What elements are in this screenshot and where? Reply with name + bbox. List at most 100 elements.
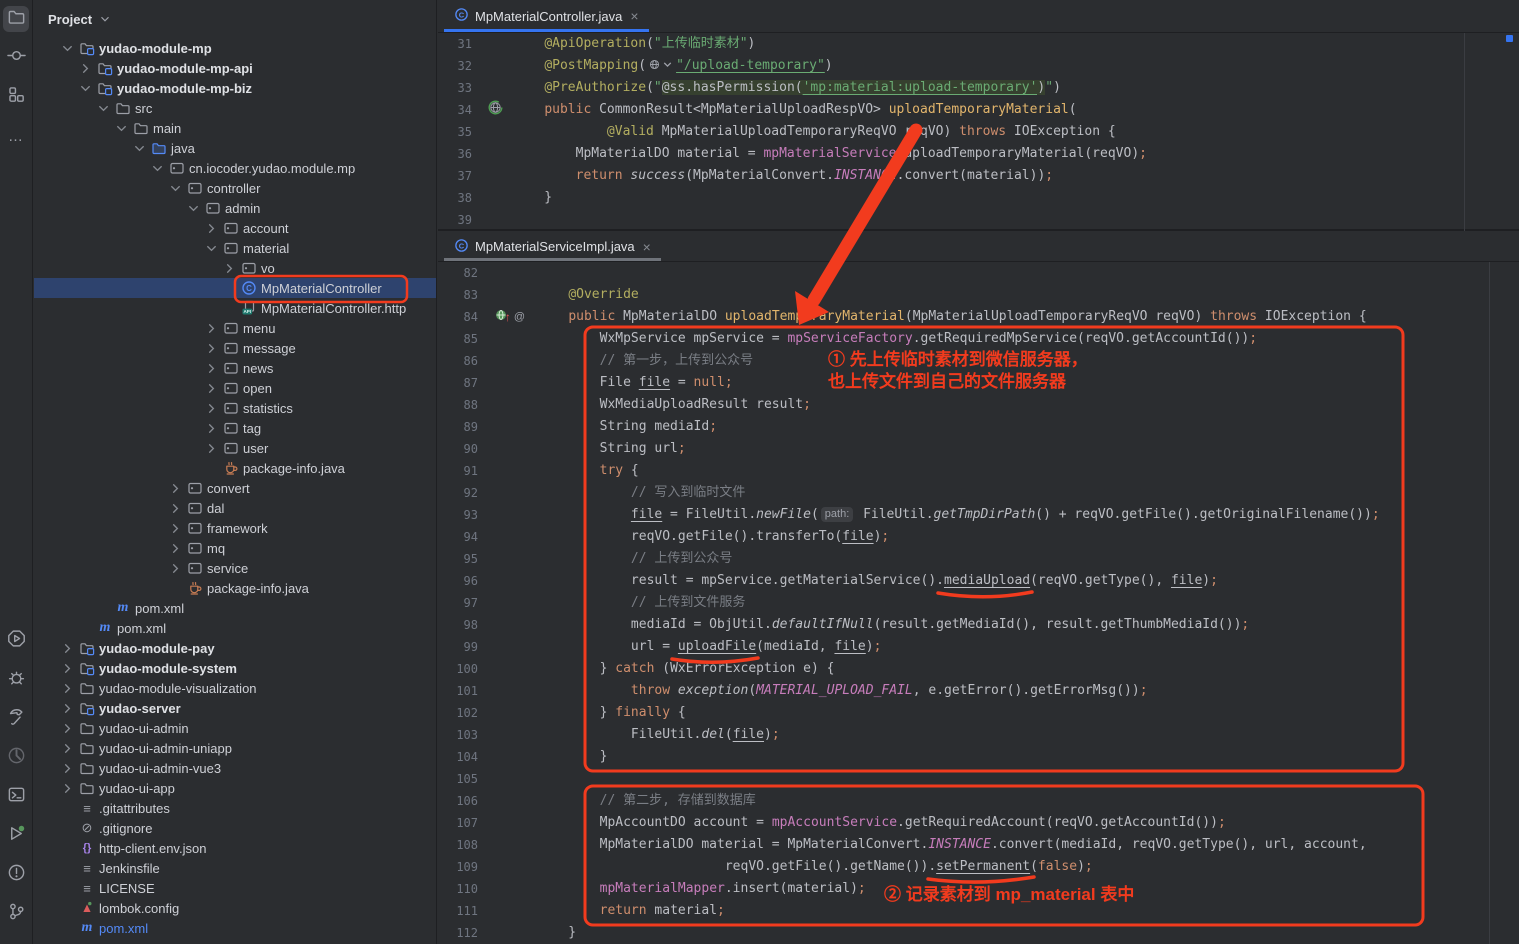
tree-item[interactable]: yudao-server [34, 698, 436, 718]
tree-item[interactable]: yudao-ui-admin-uniapp [34, 738, 436, 758]
chevron-right-icon[interactable] [168, 560, 183, 576]
overrides-gutter-icon[interactable]: ↑ [505, 310, 511, 324]
line-number[interactable]: 32 [458, 55, 472, 77]
tree-item[interactable]: yudao-ui-admin [34, 718, 436, 738]
code-line[interactable] [535, 262, 1519, 284]
tree-item[interactable]: mpom.xml [34, 598, 436, 618]
chevron-right-icon[interactable] [60, 680, 75, 696]
structure-tool-button[interactable] [3, 84, 29, 110]
tree-item[interactable]: package-info.java [34, 578, 436, 598]
code-line[interactable]: FileUtil.del(file); [535, 724, 1519, 746]
code-line[interactable]: // 写入到临时文件 [535, 482, 1519, 504]
line-number[interactable]: 106 [456, 790, 478, 812]
tree-item[interactable]: src [34, 98, 436, 118]
tree-item[interactable]: statistics [34, 398, 436, 418]
tree-item[interactable]: tag [34, 418, 436, 438]
chevron-down-icon[interactable] [168, 180, 183, 196]
line-number[interactable]: 89 [464, 416, 478, 438]
code-line[interactable]: } catch (WxErrorException e) { [535, 658, 1519, 680]
chevron-down-icon[interactable] [186, 200, 201, 216]
code-line[interactable]: MpMaterialDO material = mpMaterialServic… [511, 143, 1519, 165]
line-number[interactable]: 39 [458, 209, 472, 231]
code-line[interactable]: // 第二步, 存储到数据库 [535, 790, 1519, 812]
tree-item[interactable]: java [34, 138, 436, 158]
chevron-down-icon[interactable] [204, 240, 219, 256]
chevron-right-icon[interactable] [204, 220, 219, 236]
chevron-right-icon[interactable] [78, 60, 93, 76]
code-line[interactable]: throw exception(MATERIAL_UPLOAD_FAIL, e.… [535, 680, 1519, 702]
line-number[interactable]: 37 [458, 165, 472, 187]
code-line[interactable]: } [535, 922, 1519, 944]
chevron-right-icon[interactable] [204, 400, 219, 416]
line-number[interactable]: 111 [456, 900, 478, 922]
editor-tab[interactable]: C MpMaterialController.java × [444, 0, 649, 32]
line-number[interactable]: 38 [458, 187, 472, 209]
build-tool-button[interactable] [3, 706, 29, 732]
line-number[interactable]: 33 [458, 77, 472, 99]
code-line[interactable]: } [511, 187, 1519, 209]
tree-item[interactable]: service [34, 558, 436, 578]
tree-item[interactable]: admin [34, 198, 436, 218]
tree-item[interactable]: material [34, 238, 436, 258]
chevron-down-icon[interactable] [96, 100, 111, 116]
line-number[interactable]: 82 [464, 262, 478, 284]
chevron-down-icon[interactable] [60, 40, 75, 56]
more-tools-button[interactable]: … [3, 123, 29, 149]
tree-item[interactable]: mpom.xml [34, 918, 436, 938]
code-line[interactable]: WxMediaUploadResult result; [535, 394, 1519, 416]
chevron-right-icon[interactable] [204, 440, 219, 456]
chevron-down-icon[interactable] [150, 160, 165, 176]
line-number[interactable]: 83 [464, 284, 478, 306]
line-number[interactable]: 93 [464, 504, 478, 526]
line-number[interactable]: 108 [456, 834, 478, 856]
run-tool-button[interactable] [3, 628, 29, 654]
tree-item[interactable]: {}http-client.env.json [34, 838, 436, 858]
chevron-right-icon[interactable] [222, 260, 237, 276]
services-tool-button[interactable] [3, 823, 29, 849]
code-line[interactable]: @Valid MpMaterialUploadTemporaryReqVO re… [511, 121, 1519, 143]
tree-item[interactable]: ≡.gitattributes [34, 798, 436, 818]
code-line[interactable]: } finally { [535, 702, 1519, 724]
line-number[interactable]: 84 [464, 306, 478, 328]
line-number[interactable]: 102 [456, 702, 478, 724]
profiler-tool-button[interactable] [3, 745, 29, 771]
api-endpoint-gutter-icon[interactable] [488, 100, 503, 120]
commit-tool-button[interactable] [3, 45, 29, 71]
code-line[interactable]: // 上传到公众号 [535, 548, 1519, 570]
chevron-right-icon[interactable] [204, 360, 219, 376]
code-line[interactable]: String url; [535, 438, 1519, 460]
line-number[interactable]: 103 [456, 724, 478, 746]
tree-item[interactable]: APIMpMaterialController.http [34, 298, 436, 318]
chevron-right-icon[interactable] [168, 480, 183, 496]
code-line[interactable]: public CommonResult<MpMaterialUploadResp… [511, 99, 1519, 121]
chevron-right-icon[interactable] [60, 700, 75, 716]
chevron-down-icon[interactable] [78, 80, 93, 96]
tree-item[interactable]: account [34, 218, 436, 238]
code-line[interactable]: try { [535, 460, 1519, 482]
tree-item[interactable]: yudao-ui-admin-vue3 [34, 758, 436, 778]
tree-item[interactable]: user [34, 438, 436, 458]
line-number[interactable]: 90 [464, 438, 478, 460]
chevron-right-icon[interactable] [204, 420, 219, 436]
line-number[interactable]: 100 [456, 658, 478, 680]
tree-item[interactable]: dal [34, 498, 436, 518]
tree-item[interactable]: main [34, 118, 436, 138]
chevron-down-icon[interactable] [98, 12, 112, 26]
tree-item[interactable]: ≡Jenkinsfile [34, 858, 436, 878]
chevron-right-icon[interactable] [60, 720, 75, 736]
line-number[interactable]: 34 [458, 99, 472, 121]
line-number[interactable]: 86 [464, 350, 478, 372]
code-line[interactable]: @ApiOperation("上传临时素材") [511, 33, 1519, 55]
code-line[interactable]: public MpMaterialDO uploadTemporaryMater… [535, 306, 1519, 328]
tree-item[interactable]: ⊘.gitignore [34, 818, 436, 838]
chevron-down-icon[interactable] [132, 140, 147, 156]
chevron-right-icon[interactable] [204, 380, 219, 396]
chevron-right-icon[interactable] [204, 320, 219, 336]
project-tool-button[interactable] [3, 6, 29, 32]
line-number[interactable]: 91 [464, 460, 478, 482]
line-number[interactable]: 109 [456, 856, 478, 878]
line-number[interactable]: 36 [458, 143, 472, 165]
line-number[interactable]: 92 [464, 482, 478, 504]
tree-item[interactable]: controller [34, 178, 436, 198]
line-number[interactable]: 99 [464, 636, 478, 658]
